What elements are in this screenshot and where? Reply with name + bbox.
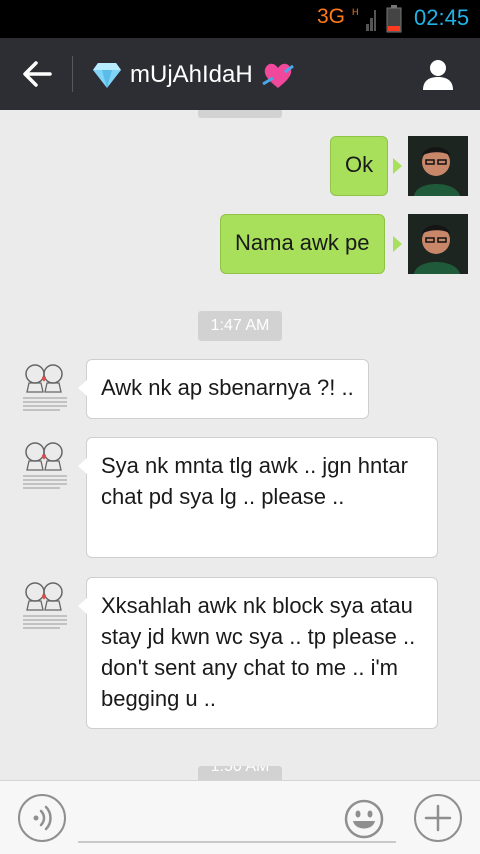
message-text: Awk nk ap sbenarnya ?! .. — [101, 375, 354, 400]
profile-icon[interactable] — [420, 56, 456, 92]
message-bubble-incoming[interactable]: Xksahlah awk nk block sya atau stay jd k… — [86, 577, 438, 729]
contact-name: mUjAhIdaH — [130, 61, 253, 88]
avatar[interactable] — [20, 362, 70, 418]
sparkling-heart-icon — [261, 63, 294, 88]
couple-sticker-icon — [23, 582, 67, 629]
timestamp-partial: 1:50 AM — [198, 766, 282, 780]
clock: 02:45 — [414, 5, 470, 30]
message-text: Sya nk mnta tlg awk .. jgn hntar chat pd… — [101, 453, 408, 509]
gem-icon — [93, 63, 121, 88]
bubble-tail — [78, 380, 87, 396]
bubble-tail — [78, 598, 87, 614]
avatar[interactable] — [20, 440, 70, 496]
message-bubble-incoming[interactable]: Awk nk ap sbenarnya ?! .. — [86, 359, 369, 419]
emoji-button[interactable] — [340, 795, 388, 843]
user-photo-icon — [408, 214, 468, 274]
voice-icon — [33, 805, 52, 831]
message-bubble-outgoing[interactable]: Ok — [330, 136, 389, 196]
timestamp-partial-top — [198, 110, 282, 118]
message-text: Nama awk pe — [235, 230, 370, 255]
svg-text:H: H — [352, 7, 359, 17]
bubble-tail — [393, 236, 402, 252]
couple-sticker-icon — [23, 442, 67, 489]
voice-button[interactable] — [18, 794, 66, 842]
header-divider — [72, 56, 73, 92]
avatar[interactable] — [408, 214, 468, 274]
contact-title[interactable]: mUjAhIdaH — [92, 58, 295, 92]
avatar[interactable] — [20, 580, 70, 636]
user-photo-icon — [408, 136, 468, 196]
chat-header: mUjAhIdaH — [0, 38, 480, 110]
timestamp-text: 1:50 AM — [210, 766, 270, 775]
message-list[interactable]: Ok Nama awk pe 1:47 AM Awk nk ap sbenarn… — [0, 110, 480, 780]
input-bar — [0, 780, 480, 854]
emoji-icon — [344, 799, 384, 839]
timestamp: 1:47 AM — [198, 311, 282, 341]
message-bubble-outgoing[interactable]: Nama awk pe — [220, 214, 385, 274]
status-bar: 3G H 02:45 — [0, 0, 480, 38]
couple-sticker-icon — [23, 364, 67, 411]
bubble-tail — [78, 458, 87, 474]
plus-icon — [424, 804, 452, 832]
message-input[interactable] — [80, 799, 330, 839]
back-arrow-icon[interactable] — [20, 58, 54, 90]
plus-button[interactable] — [414, 794, 462, 842]
message-text: Ok — [345, 152, 374, 177]
message-text: Xksahlah awk nk block sya atau stay jd k… — [101, 593, 416, 711]
avatar[interactable] — [408, 136, 468, 196]
signal-icon: H — [352, 7, 376, 31]
network-type: 3G — [317, 5, 346, 28]
battery-icon — [386, 5, 402, 33]
message-bubble-incoming[interactable]: Sya nk mnta tlg awk .. jgn hntar chat pd… — [86, 437, 438, 558]
bubble-tail — [393, 158, 402, 174]
